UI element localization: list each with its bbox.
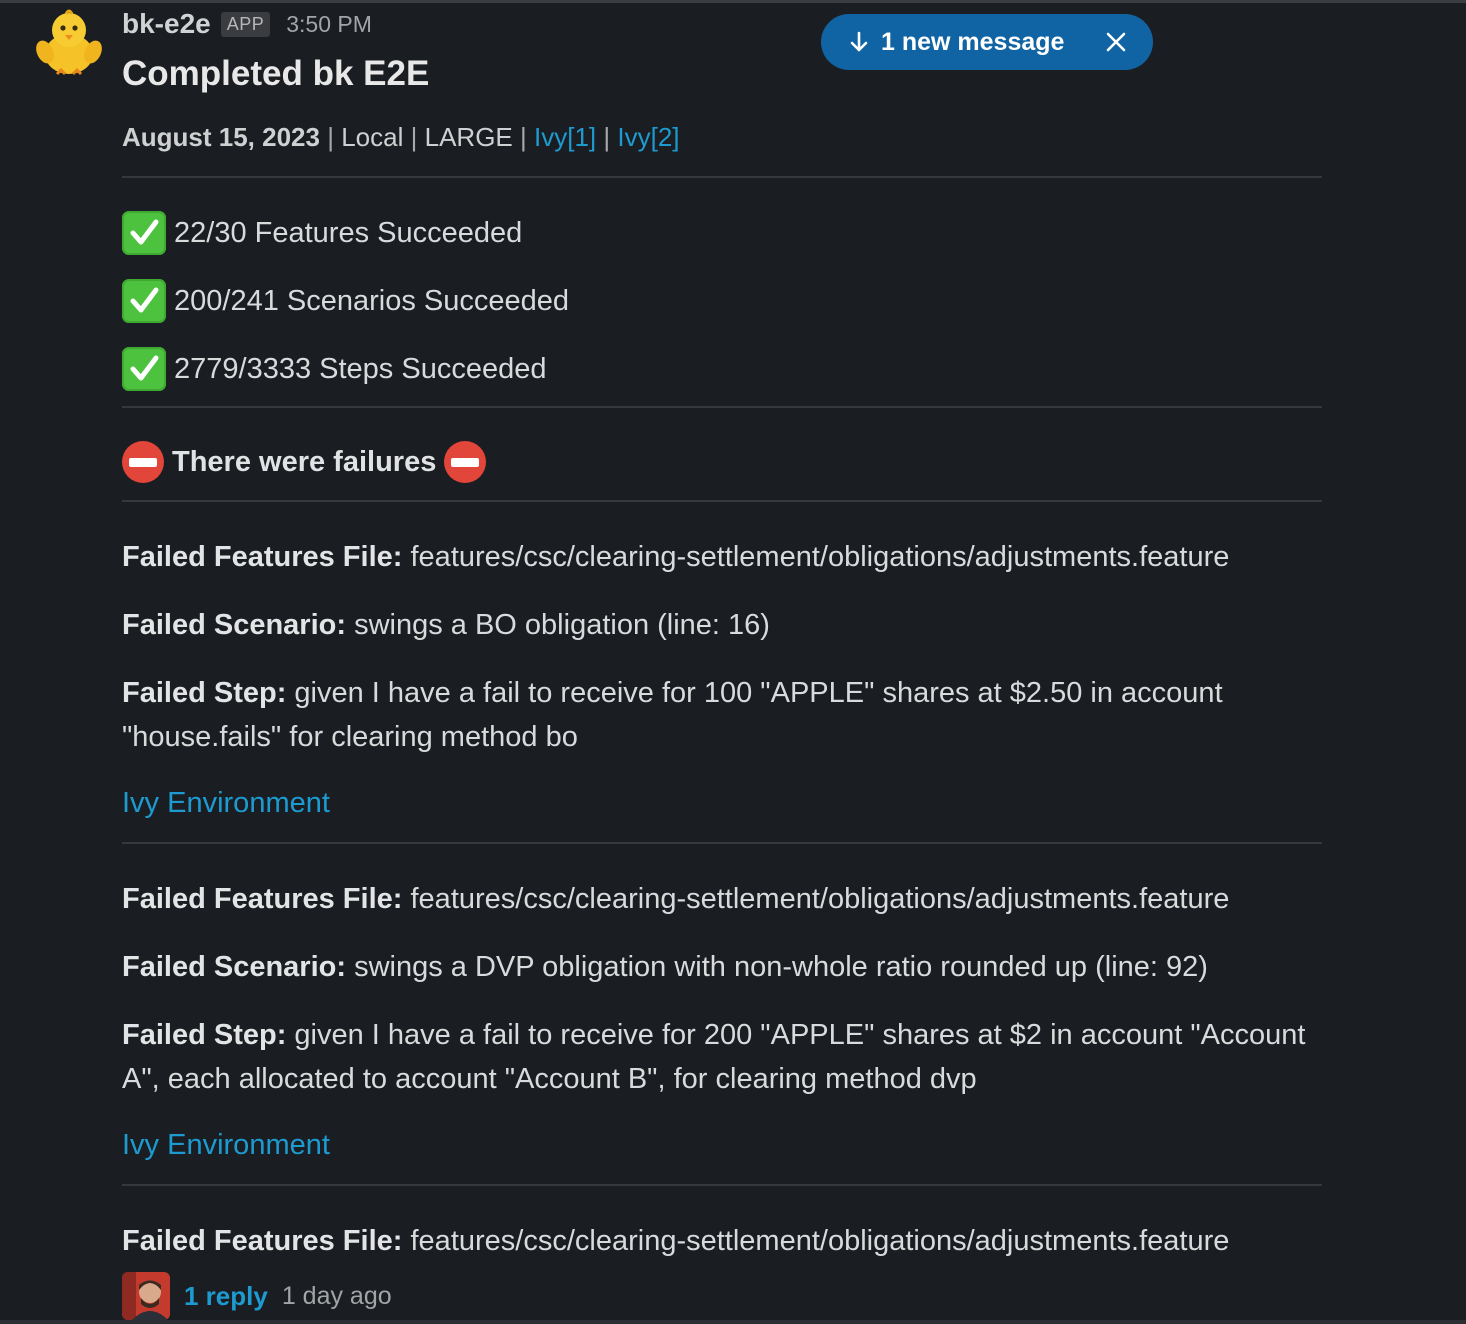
section-divider — [122, 1184, 1322, 1186]
user-photo-icon — [122, 1272, 170, 1320]
section-divider — [122, 500, 1322, 502]
meta-separator: | — [520, 122, 527, 152]
chick-icon — [36, 9, 102, 76]
top-divider — [0, 0, 1466, 3]
arrow-down-icon — [850, 31, 868, 52]
bottom-divider — [0, 1320, 1466, 1324]
meta-separator: | — [327, 122, 334, 152]
failed-scenario: Failed Scenario: swings a BO obligation … — [122, 603, 1322, 647]
check-mark-icon — [122, 347, 166, 391]
meta-separator: | — [603, 122, 611, 152]
ivy-environment-link[interactable]: Ivy Environment — [122, 787, 330, 820]
reply-time: 1 day ago — [281, 1281, 392, 1310]
section-divider — [122, 842, 1322, 844]
toast-label: 1 new message — [881, 27, 1065, 56]
failed-step-value: given I have a fail to receive for 100 "… — [122, 677, 1223, 753]
message-meta: August 15, 2023 | Local | LARGE | Ivy[1]… — [122, 122, 680, 153]
stat-scenarios: 200/241 Scenarios Succeeded — [122, 279, 569, 323]
stat-features: 22/30 Features Succeeded — [122, 211, 522, 255]
failed-scenario-value: swings a DVP obligation with non-whole r… — [354, 951, 1208, 983]
meta-size: LARGE — [424, 122, 513, 152]
failed-file-label: Failed Features File — [122, 1225, 393, 1257]
failed-scenario-label: Failed Scenario: — [122, 951, 347, 983]
new-message-toast[interactable]: 1 new message — [821, 14, 1153, 70]
ivy-environment-link[interactable]: Ivy Environment — [122, 1129, 330, 1162]
check-mark-icon — [122, 279, 166, 323]
message-title: Completed bk E2E — [122, 54, 430, 93]
ivy-link-1[interactable]: Ivy[1] — [534, 122, 596, 152]
failed-scenario-label: Failed Scenario: — [122, 609, 347, 641]
stat-text: 200/241 Scenarios Succeeded — [174, 284, 570, 317]
bot-avatar[interactable] — [33, 8, 105, 80]
failed-scenario-value: swings a BO obligation (line: 16) — [354, 609, 770, 641]
ivy-link-2[interactable]: Ivy[2] — [617, 122, 679, 152]
failures-heading-text: There were failures — [172, 445, 437, 478]
failed-scenario: Failed Scenario: swings a DVP obligation… — [122, 945, 1322, 989]
failed-file-value: features/csc/clearing-settlement/obligat… — [410, 1225, 1230, 1257]
app-badge: APP — [220, 11, 271, 37]
failed-file: Failed Features File: features/csc/clear… — [122, 541, 1230, 573]
meta-separator: | — [410, 122, 418, 152]
no-entry-icon — [444, 441, 487, 483]
failed-file-value: features/csc/clearing-settlement/obligat… — [410, 541, 1230, 573]
failed-file-label: Failed Features File — [122, 541, 393, 573]
message-time[interactable]: 3:50 PM — [286, 11, 372, 38]
meta-env: Local — [341, 122, 404, 152]
stat-text: 22/30 Features Succeeded — [174, 216, 523, 249]
meta-date: August 15, 2023 — [122, 122, 320, 152]
failed-file: Failed Features File: features/csc/clear… — [122, 1225, 1230, 1257]
section-divider — [122, 406, 1322, 408]
reply-user-avatar[interactable] — [122, 1272, 170, 1320]
failed-file-label: Failed Features File — [122, 883, 393, 915]
reply-count-link[interactable]: 1 reply — [184, 1281, 268, 1312]
sender-name[interactable]: bk-e2e — [122, 8, 211, 40]
message-header: bk-e2e APP 3:50 PM — [122, 4, 372, 44]
no-entry-icon — [122, 441, 164, 483]
thread-replies[interactable]: 1 reply 1 day ago — [122, 1272, 392, 1320]
failed-file-value: features/csc/clearing-settlement/obligat… — [410, 883, 1230, 915]
failed-step: Failed Step: given I have a fail to rece… — [122, 1013, 1322, 1101]
stat-steps: 2779/3333 Steps Succeeded — [122, 347, 546, 391]
failed-step: Failed Step: given I have a fail to rece… — [122, 671, 1322, 759]
stat-text: 2779/3333 Steps Succeeded — [174, 352, 547, 385]
section-divider — [122, 176, 1322, 178]
close-icon[interactable] — [1105, 31, 1127, 53]
check-mark-icon — [122, 211, 166, 255]
failed-step-label: Failed Step: — [122, 677, 287, 709]
failures-heading: There were failures — [122, 440, 487, 484]
failed-step-label: Failed Step: — [122, 1019, 287, 1051]
failed-step-value: given I have a fail to receive for 200 "… — [122, 1019, 1306, 1095]
failed-file: Failed Features File: features/csc/clear… — [122, 883, 1230, 915]
